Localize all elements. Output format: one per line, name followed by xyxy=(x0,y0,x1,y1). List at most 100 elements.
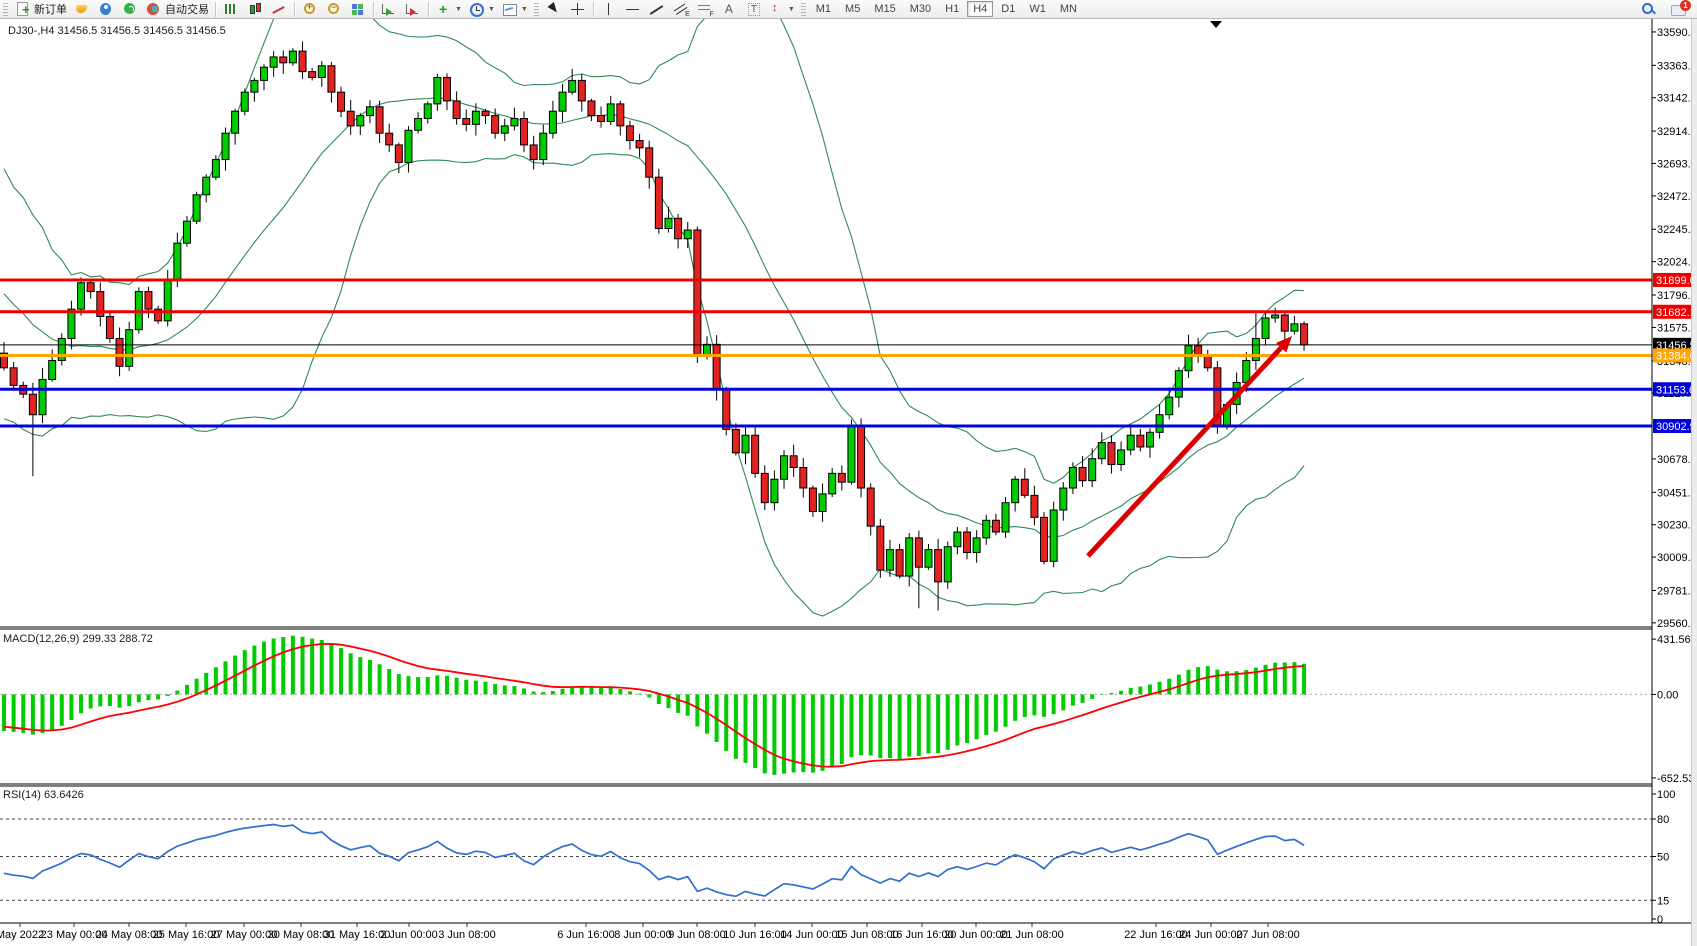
chat-bubble-icon: 1 xyxy=(1670,1,1688,17)
profile-button[interactable] xyxy=(94,0,118,19)
text-button[interactable] xyxy=(717,0,741,19)
zoom-in-icon xyxy=(301,1,319,17)
macd-pane: 431.560.00-652.53 xyxy=(0,634,1694,785)
svg-text:80: 80 xyxy=(1657,814,1669,826)
svg-text:May 2022: May 2022 xyxy=(0,929,44,941)
toolbar: 新订单 自动交易 ▼ ▼ ▼ ▼ M1M5M15M30H1H4D1W1MN 1 xyxy=(0,0,1697,19)
arrows-icon xyxy=(768,1,786,17)
timeframe-m30-button[interactable]: M30 xyxy=(904,1,937,17)
periods-button[interactable]: ▼ xyxy=(465,0,498,19)
auto-scroll-button[interactable] xyxy=(377,0,401,19)
chevron-down-icon: ▼ xyxy=(788,6,795,13)
bar-chart-button[interactable] xyxy=(219,0,243,19)
cursor-icon xyxy=(545,1,563,17)
svg-text:6 Jun 16:00: 6 Jun 16:00 xyxy=(557,929,615,941)
market-button[interactable] xyxy=(70,0,94,19)
svg-text:10 Jun 16:00: 10 Jun 16:00 xyxy=(723,929,787,941)
vertical-line-icon xyxy=(600,1,618,17)
timeframe-m1-button[interactable]: M1 xyxy=(810,1,837,17)
bollinger-bands xyxy=(4,19,1304,616)
svg-text:20 Jun 00:00: 20 Jun 00:00 xyxy=(944,929,1008,941)
chevron-down-icon: ▼ xyxy=(521,6,528,13)
timeframe-mn-button[interactable]: MN xyxy=(1054,1,1083,17)
svg-text:31384.0: 31384.0 xyxy=(1656,350,1696,362)
signals-icon xyxy=(121,1,139,17)
svg-text:8 Jun 00:00: 8 Jun 00:00 xyxy=(614,929,672,941)
indicators-button[interactable]: ▼ xyxy=(432,0,465,19)
equidistant-channel-icon xyxy=(672,1,690,17)
price-chart-canvas[interactable]: 33590.533363.033142.032914.532693.532472… xyxy=(0,19,1697,946)
timeframe-d1-button[interactable]: D1 xyxy=(995,1,1021,17)
svg-text:31153.6: 31153.6 xyxy=(1656,384,1695,396)
search-button[interactable] xyxy=(1637,0,1661,19)
cursor-button[interactable] xyxy=(542,0,566,19)
channel-button[interactable] xyxy=(669,0,693,19)
zoom-out-button[interactable] xyxy=(322,0,346,19)
svg-text:2 Jun 00:00: 2 Jun 00:00 xyxy=(380,929,438,941)
autotrading-button-label: 自动交易 xyxy=(165,1,209,17)
toolbar-grip xyxy=(801,3,806,16)
profile-icon xyxy=(97,1,115,17)
vertical-line-button[interactable] xyxy=(597,0,621,19)
toolbar-separator xyxy=(373,2,374,17)
auto-scroll-icon xyxy=(380,1,398,17)
svg-text:431.56: 431.56 xyxy=(1657,634,1691,646)
crosshair-button[interactable] xyxy=(566,0,590,19)
svg-text:31899.0: 31899.0 xyxy=(1656,275,1696,287)
zoom-in-button[interactable] xyxy=(298,0,322,19)
new-order-button-label: 新订单 xyxy=(34,1,67,17)
toolbar-separator xyxy=(593,2,594,17)
chart-shift-marker xyxy=(1210,21,1222,28)
text-label-icon xyxy=(744,1,762,17)
toolbar-grip xyxy=(3,3,8,16)
macd-indicator-label: MACD(12,26,9) 299.33 288.72 xyxy=(3,633,153,645)
chart-area[interactable]: 33590.533363.033142.032914.532693.532472… xyxy=(0,19,1697,946)
autotrading-icon xyxy=(145,1,163,17)
tile-windows-button[interactable] xyxy=(346,0,370,19)
templates-button[interactable]: ▼ xyxy=(498,0,531,19)
trendline-button[interactable] xyxy=(645,0,669,19)
text-label-button[interactable] xyxy=(741,0,765,19)
window-right-edge xyxy=(1691,19,1697,946)
svg-text:100: 100 xyxy=(1657,789,1675,801)
line-chart-button[interactable] xyxy=(267,0,291,19)
timeframe-h1-button[interactable]: H1 xyxy=(939,1,965,17)
date-axis: May 202223 May 00:0024 May 08:0025 May 1… xyxy=(0,923,1300,941)
svg-text:31682.1: 31682.1 xyxy=(1656,307,1696,319)
chevron-down-icon: ▼ xyxy=(455,6,462,13)
svg-text:21 Jun 08:00: 21 Jun 08:00 xyxy=(1000,929,1064,941)
new-order-button[interactable]: 新订单 xyxy=(11,0,70,19)
timeframe-m15-button[interactable]: M15 xyxy=(868,1,901,17)
symbol-ohlc-line: DJ30-,H4 31456.5 31456.5 31456.5 31456.5 xyxy=(8,25,226,37)
line-chart-icon xyxy=(270,1,288,17)
signals-button[interactable] xyxy=(118,0,142,19)
chat-button[interactable]: 1 xyxy=(1667,0,1691,19)
text-icon xyxy=(720,1,738,17)
tile-windows-icon xyxy=(349,1,367,17)
svg-text:24 Jun 00:00: 24 Jun 00:00 xyxy=(1179,929,1243,941)
timeframe-h4-button[interactable]: H4 xyxy=(967,1,993,17)
toolbar-separator xyxy=(215,2,216,17)
svg-text:15: 15 xyxy=(1657,895,1669,907)
toolbar-separator xyxy=(428,2,429,17)
periods-clock-icon xyxy=(468,1,486,17)
chart-shift-button[interactable] xyxy=(401,0,425,19)
timeframe-w1-button[interactable]: W1 xyxy=(1023,1,1052,17)
candlestick-chart-button[interactable] xyxy=(243,0,267,19)
crosshair-icon xyxy=(569,1,587,17)
svg-text:0: 0 xyxy=(1657,914,1663,926)
autotrading-button[interactable]: 自动交易 xyxy=(142,0,212,19)
chevron-down-icon: ▼ xyxy=(488,6,495,13)
search-icon xyxy=(1640,1,1658,17)
svg-text:0.00: 0.00 xyxy=(1657,689,1678,701)
fibonacci-button[interactable] xyxy=(693,0,717,19)
arrows-button[interactable]: ▼ xyxy=(765,0,798,19)
toolbar-separator xyxy=(294,2,295,17)
timeframe-m5-button[interactable]: M5 xyxy=(839,1,866,17)
horizontal-line-button[interactable] xyxy=(621,0,645,19)
zoom-out-icon xyxy=(325,1,343,17)
svg-text:30902.9: 30902.9 xyxy=(1656,421,1696,433)
fibonacci-icon xyxy=(696,1,714,17)
rsi-pane: 1008050150 xyxy=(0,789,1675,926)
trendline-icon xyxy=(648,1,666,17)
